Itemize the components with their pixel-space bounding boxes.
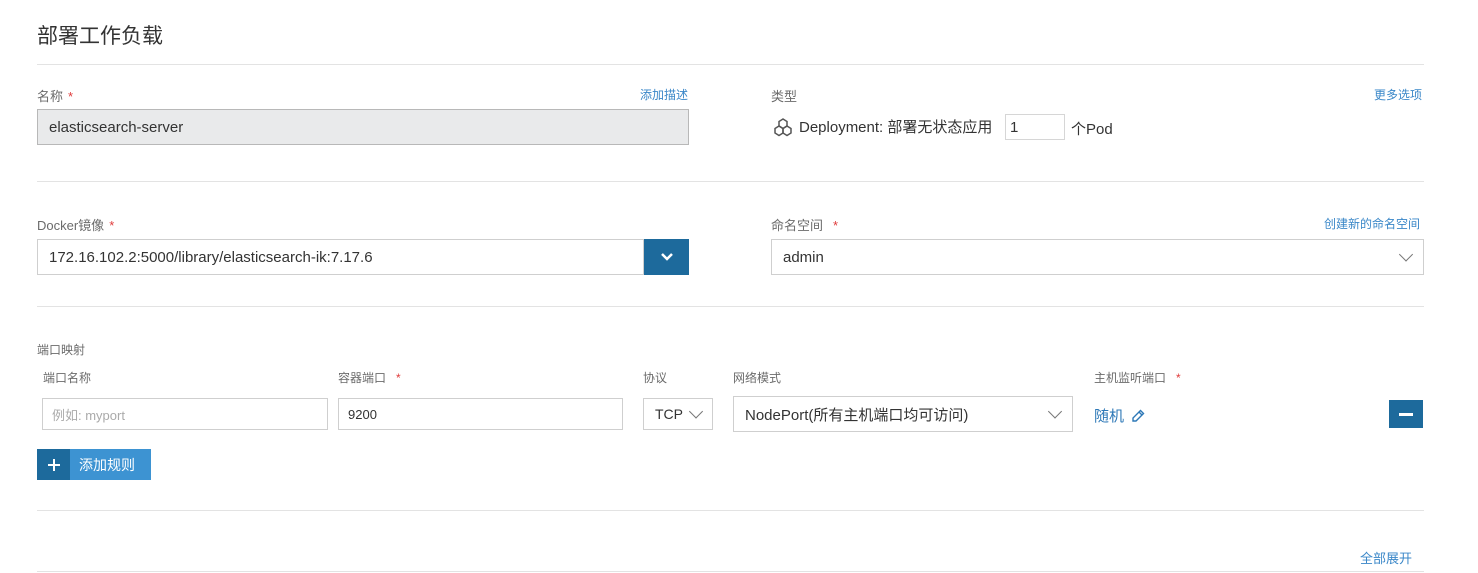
divider xyxy=(37,64,1424,65)
col-container-port: 容器端口 * xyxy=(338,371,401,385)
network-mode-select[interactable]: NodePort(所有主机端口均可访问) xyxy=(733,396,1073,432)
namespace-select[interactable]: admin xyxy=(771,239,1424,275)
deployment-icon xyxy=(774,117,792,136)
add-description-link[interactable]: 添加描述 xyxy=(640,86,688,103)
divider xyxy=(37,510,1424,511)
expand-all-link[interactable]: 全部展开 xyxy=(1360,548,1412,567)
pencil-icon[interactable] xyxy=(1131,409,1145,423)
name-label: 名称 * xyxy=(37,89,74,104)
more-options-link[interactable]: 更多选项 xyxy=(1374,86,1422,103)
chevron-down-icon xyxy=(1047,404,1063,419)
divider xyxy=(37,571,1424,572)
col-protocol: 协议 xyxy=(643,371,668,385)
chevron-down-icon xyxy=(688,404,704,419)
add-rule-label: 添加规则 xyxy=(70,449,151,480)
chevron-down-icon xyxy=(660,253,673,261)
remove-rule-button[interactable] xyxy=(1389,400,1423,428)
container-port-input[interactable]: 9200 xyxy=(338,398,623,430)
deployment-label: Deployment: 部署无状态应用 xyxy=(799,119,993,136)
host-port-random[interactable]: 随机 xyxy=(1094,405,1145,426)
namespace-label: 命名空间 * xyxy=(771,218,839,233)
divider xyxy=(37,181,1424,182)
pod-suffix: 个Pod xyxy=(1071,121,1113,138)
page-title: 部署工作负载 xyxy=(37,25,163,48)
create-namespace-link[interactable]: 创建新的命名空间 xyxy=(1324,215,1420,232)
divider xyxy=(37,306,1424,307)
name-input[interactable]: elasticsearch-server xyxy=(37,109,689,145)
docker-image-input[interactable]: 172.16.102.2:5000/library/elasticsearch-… xyxy=(37,239,644,275)
replicas-input[interactable]: 1 xyxy=(1005,114,1065,140)
chevron-down-icon xyxy=(1398,247,1414,262)
add-rule-button[interactable]: 添加规则 xyxy=(37,449,151,480)
col-port-name: 端口名称 xyxy=(43,371,92,385)
type-label: 类型 xyxy=(771,89,798,104)
port-mapping-title: 端口映射 xyxy=(37,343,86,357)
image-dropdown-button[interactable] xyxy=(644,239,689,275)
docker-image-label: Docker镜像 * xyxy=(37,218,115,233)
plus-icon xyxy=(37,449,70,480)
col-host-port: 主机监听端口 * xyxy=(1094,371,1181,385)
protocol-select[interactable]: TCP xyxy=(643,398,713,430)
minus-icon xyxy=(1399,412,1413,416)
col-network-mode: 网络模式 xyxy=(733,371,782,385)
deployment-type: Deployment: 部署无状态应用 xyxy=(773,116,992,137)
port-name-input[interactable]: 例如: myport xyxy=(42,398,328,430)
